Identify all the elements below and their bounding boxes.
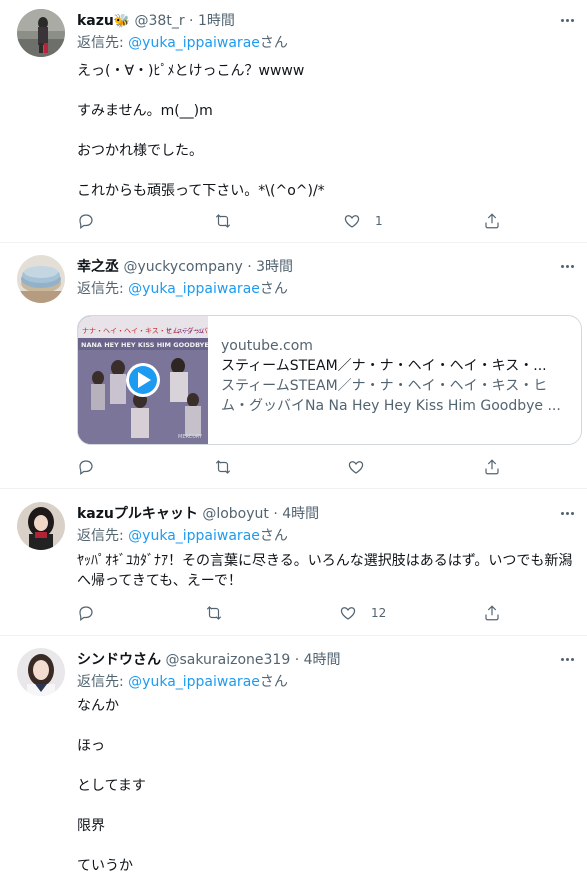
user-handle[interactable]: @loboyut (202, 506, 269, 522)
share-button[interactable] (483, 211, 501, 231)
reply-to-line: 返信先: @yuka_ippaiwaraeさん (77, 526, 288, 546)
tweet-text-line: ていうか (77, 858, 133, 874)
bee-emoji: 🐝 (113, 14, 131, 29)
tweet-text-line: すみません。m(__)m (77, 103, 213, 119)
reply-button[interactable] (77, 603, 109, 623)
retweet-icon (215, 214, 231, 228)
reply-prefix: 返信先: (77, 35, 129, 51)
reply-to-line: 返信先: @yuka_ippaiwaraeさん (77, 33, 288, 53)
user-handle[interactable]: @yuckycompany (123, 259, 242, 275)
separator-dot: · (273, 506, 278, 522)
tweet-text-line: これからも頑張って下さい。*\(^o^)/* (77, 183, 325, 199)
like-button[interactable]: 12 (339, 603, 386, 623)
retweet-button[interactable] (214, 457, 246, 477)
tweet-header: 幸之丞 @yuckycompany · 3時間 (77, 257, 293, 277)
display-name[interactable]: シンドウさん (77, 652, 161, 668)
play-icon[interactable] (126, 363, 160, 397)
timestamp[interactable]: 3時間 (256, 259, 293, 275)
mention-link[interactable]: @yuka_ippaiwarae (128, 674, 260, 690)
reply-icon (79, 460, 93, 475)
user-handle[interactable]: @38t_r (135, 13, 185, 29)
reply-icon (79, 214, 93, 229)
like-count: 12 (371, 606, 387, 620)
reply-to-line: 返信先: @yuka_ippaiwaraeさん (77, 672, 288, 692)
avatar[interactable] (17, 502, 65, 550)
tweet[interactable]: kazu🐝 @38t_r · 1時間 返信先: @yuka_ippaiwarae… (0, 0, 587, 242)
retweet-button[interactable] (214, 211, 246, 231)
like-icon (344, 215, 360, 228)
tweet[interactable]: kazuプルキャット @loboyut · 4時間 返信先: @yuka_ipp… (0, 489, 587, 635)
tweet-header: シンドウさん @sakuraizone319 · 4時間 (77, 650, 341, 670)
retweet-button[interactable] (205, 603, 237, 623)
display-name[interactable]: kazuプルキャット (77, 506, 198, 522)
reply-to-line: 返信先: @yuka_ippaiwaraeさん (77, 279, 288, 299)
thumb-band: ザ・スティーム (166, 328, 205, 335)
card-thumbnail: ナナ・ヘイ・ヘイ・キス・ヒム・グッバイ ザ・スティーム NANA HEY HEY… (78, 316, 208, 444)
share-icon (485, 213, 499, 229)
like-count: 1 (375, 214, 383, 228)
reply-prefix: 返信先: (77, 281, 129, 297)
more-icon[interactable] (557, 10, 577, 30)
like-icon (348, 461, 364, 474)
user-handle[interactable]: @sakuraizone319 (165, 652, 290, 668)
reply-suffix: さん (259, 674, 288, 690)
reply-prefix: 返信先: (77, 528, 129, 544)
tweet-header: kazuプルキャット @loboyut · 4時間 (77, 504, 319, 524)
tweet[interactable]: シンドウさん @sakuraizone319 · 4時間 返信先: @yuka_… (0, 636, 587, 882)
like-button[interactable] (347, 457, 379, 477)
link-card[interactable]: ナナ・ヘイ・ヘイ・キス・ヒム・グッバイ ザ・スティーム NANA HEY HEY… (77, 315, 582, 445)
timestamp[interactable]: 4時間 (282, 506, 319, 522)
display-name[interactable]: kazu (77, 13, 114, 29)
card-domain: youtube.com (221, 338, 313, 354)
tweet-text: ﾔｯﾊﾟｵｷﾞﾕｶﾀﾞﾅｱ！その言葉に尽きる。いろんな選択肢はあるはず。いつでも… (77, 553, 573, 589)
tweet-text-line: 限界 (77, 818, 105, 834)
thumb-title: NANA HEY HEY KISS HIM GOODBYE (81, 341, 208, 349)
separator-dot: · (294, 652, 300, 668)
like-button[interactable]: 1 (343, 211, 383, 231)
tweet-header: kazu🐝 @38t_r · 1時間 (77, 11, 235, 31)
tweet-text-line: えっ(・∀・)ﾋﾟﾒとけっこん？wwww (77, 63, 305, 79)
separator-dot: · (247, 259, 252, 275)
card-description: スティームSTEAM／ナ・ナ・ヘイ・ヘイ・キス・ヒム・グッバイNa Na Hey… (221, 378, 561, 414)
reply-icon (79, 606, 93, 621)
tweet-text-line: なんか (77, 698, 119, 714)
thumb-label: MERCURY (178, 434, 203, 440)
like-icon (340, 607, 356, 620)
timestamp[interactable]: 1時間 (198, 13, 235, 29)
retweet-icon (215, 460, 231, 474)
separator-dot: · (189, 13, 194, 29)
more-icon[interactable] (557, 256, 577, 276)
avatar[interactable] (17, 255, 65, 303)
reply-button[interactable] (77, 457, 109, 477)
timestamp[interactable]: 4時間 (304, 652, 341, 668)
reply-suffix: さん (259, 35, 288, 51)
more-icon[interactable] (557, 649, 577, 669)
tweet-text-line: ほっ (77, 738, 105, 754)
share-button[interactable] (483, 603, 501, 623)
reply-suffix: さん (259, 528, 288, 544)
display-name[interactable]: 幸之丞 (77, 259, 119, 275)
reply-button[interactable] (77, 211, 109, 231)
action-bar: 12 (77, 603, 517, 623)
avatar[interactable] (17, 648, 65, 696)
mention-link[interactable]: @yuka_ippaiwarae (128, 35, 260, 51)
share-button[interactable] (483, 457, 501, 477)
action-bar: 1 (77, 211, 517, 231)
action-bar (77, 457, 517, 477)
card-body: youtube.com スティームSTEAM／ナ・ナ・ヘイ・ヘイ・キス・... … (221, 336, 571, 416)
reply-suffix: さん (259, 281, 288, 297)
card-title: スティームSTEAM／ナ・ナ・ヘイ・ヘイ・キス・... (221, 358, 547, 374)
share-icon (485, 605, 499, 621)
mention-link[interactable]: @yuka_ippaiwarae (128, 281, 260, 297)
share-icon (485, 459, 499, 475)
more-icon[interactable] (557, 503, 577, 523)
avatar[interactable] (17, 9, 65, 57)
retweet-icon (206, 606, 222, 620)
tweet-text-line: おつかれ様でした。 (77, 143, 203, 159)
tweet-text-line: としてます (77, 778, 146, 794)
reply-prefix: 返信先: (77, 674, 129, 690)
mention-link[interactable]: @yuka_ippaiwarae (128, 528, 260, 544)
